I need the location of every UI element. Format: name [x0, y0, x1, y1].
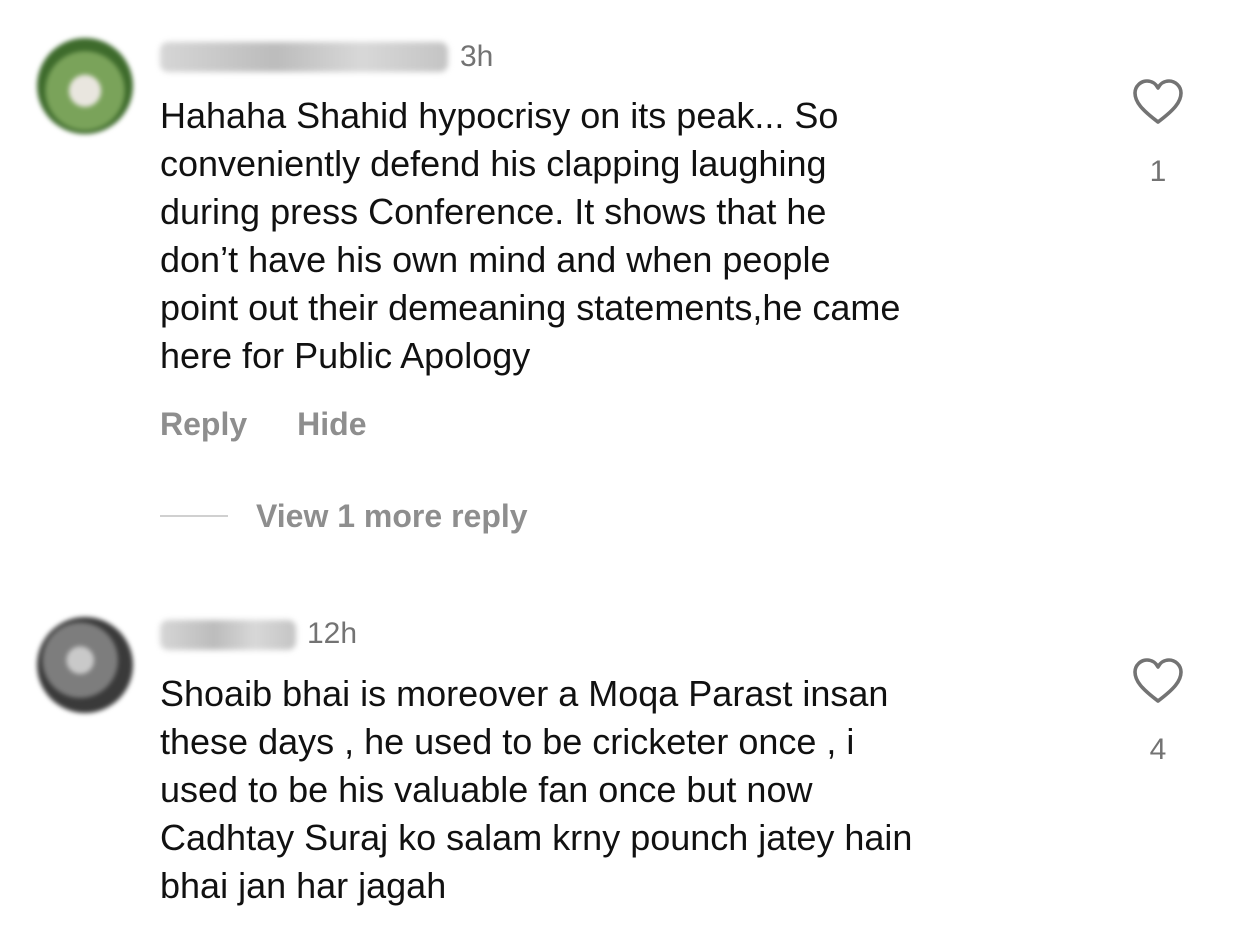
avatar[interactable] [37, 38, 133, 134]
divider [160, 515, 228, 517]
view-more-replies-button[interactable]: View 1 more reply [160, 496, 528, 536]
comment-time: 3h [460, 40, 494, 73]
comment-text: Hahaha Shahid hypocrisy on its peak... S… [160, 95, 901, 376]
username[interactable]: lilhay_m [160, 620, 296, 650]
like-button[interactable] [1132, 78, 1184, 126]
comment-actions: Reply Hide [160, 404, 366, 444]
reply-button[interactable]: Reply [160, 406, 247, 442]
like-count: 1 [1149, 155, 1167, 188]
like-button[interactable] [1132, 657, 1184, 705]
heart-outline-icon [1133, 658, 1183, 703]
hide-button[interactable]: Hide [297, 406, 366, 442]
comment-time: 12h [307, 617, 358, 650]
avatar[interactable] [37, 617, 133, 713]
comment-text: Shoaib bhai is moreover a Moqa Parast in… [160, 673, 913, 906]
like-count: 4 [1149, 733, 1167, 766]
username[interactable]: hamzajanjua786 [160, 42, 448, 72]
heart-outline-icon [1133, 79, 1183, 124]
view-more-replies-label: View 1 more reply [256, 498, 528, 534]
